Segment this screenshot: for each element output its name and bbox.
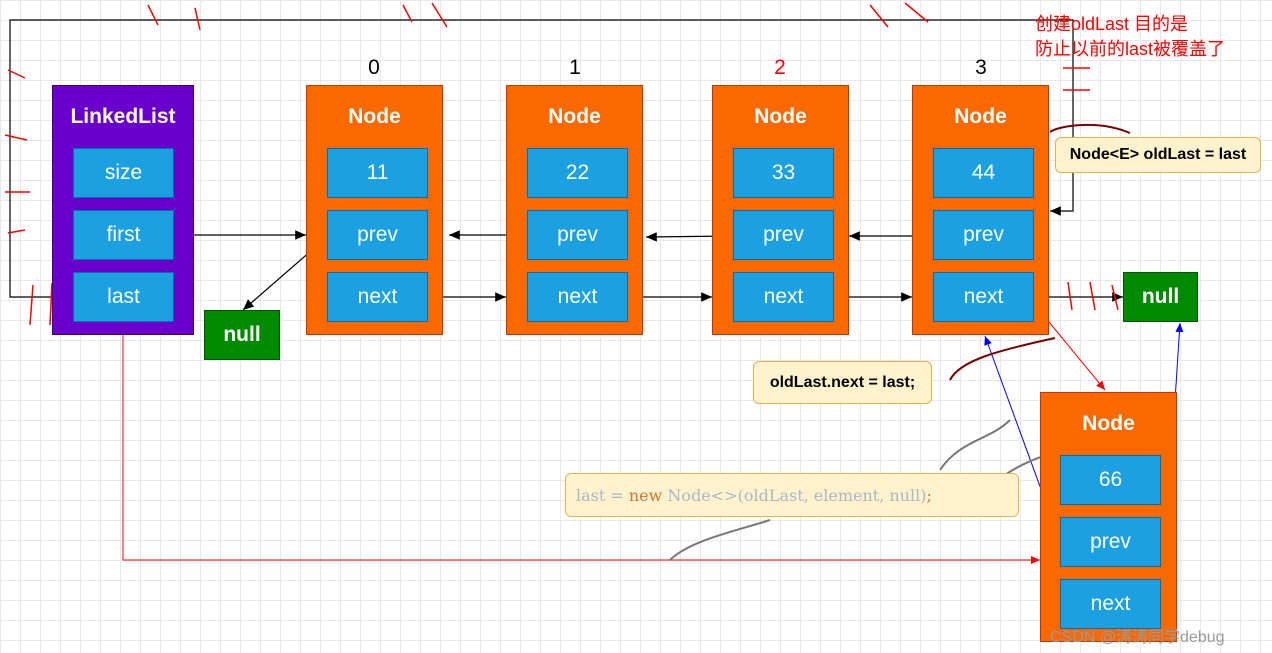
value-field: 66: [1060, 455, 1161, 505]
size-field: size: [73, 148, 174, 198]
node-box: Node 22 prev next: [506, 85, 643, 335]
index-label: 3: [975, 56, 987, 79]
node-box: Node 11 prev next: [306, 85, 443, 335]
prev-field: prev: [527, 210, 628, 260]
code-semicolon: ;: [926, 485, 932, 505]
null-box: null: [1123, 272, 1198, 322]
red-annotation-line: 创建oldLast 目的是: [1035, 14, 1189, 34]
new-node-box: Node 66 prev next: [1040, 392, 1177, 642]
next-field: next: [327, 272, 428, 322]
prev-field: prev: [1060, 517, 1161, 567]
prev-field: prev: [933, 210, 1034, 260]
next-field: next: [527, 272, 628, 322]
index-label: 0: [368, 56, 380, 79]
null-box: null: [204, 310, 280, 360]
old-last-next-note: oldLast.next = last;: [753, 361, 932, 404]
first-field: first: [73, 210, 174, 260]
linkedlist-box: LinkedList size first last: [52, 85, 194, 335]
watermark: CSDN @涛涛同学debug: [1050, 629, 1225, 646]
red-annotation-line: 防止以前的last被覆盖了: [1035, 39, 1226, 59]
diagram-canvas: LinkedList size first last 0 1 2 3 Node …: [0, 0, 1272, 653]
index-label: 2: [774, 56, 786, 79]
code-text: last =: [576, 485, 629, 505]
old-last-decl-note: Node<E> oldLast = last: [1055, 137, 1261, 173]
next-field: next: [1060, 579, 1161, 629]
code-text: Node<>(oldLast, element, null): [662, 485, 927, 505]
next-field: next: [733, 272, 834, 322]
prev-field: prev: [327, 210, 428, 260]
value-field: 22: [527, 148, 628, 198]
last-field: last: [73, 272, 174, 322]
node-box: Node 33 prev next: [712, 85, 849, 335]
value-field: 33: [733, 148, 834, 198]
red-annotation: 创建oldLast 目的是 防止以前的last被覆盖了: [1035, 12, 1225, 62]
next-field: next: [933, 272, 1034, 322]
node-title: Node: [1082, 412, 1135, 435]
node-title: Node: [954, 105, 1007, 128]
index-label: 1: [569, 56, 581, 79]
prev-field: prev: [733, 210, 834, 260]
node-title: Node: [548, 105, 601, 128]
node-box: Node 44 prev next: [912, 85, 1049, 335]
value-field: 44: [933, 148, 1034, 198]
code-note: last = new Node<>(oldLast, element, null…: [565, 473, 1019, 517]
node-title: Node: [754, 105, 807, 128]
linkedlist-title: LinkedList: [70, 105, 176, 128]
value-field: 11: [327, 148, 428, 198]
node-title: Node: [348, 105, 401, 128]
code-keyword: new: [628, 485, 663, 505]
